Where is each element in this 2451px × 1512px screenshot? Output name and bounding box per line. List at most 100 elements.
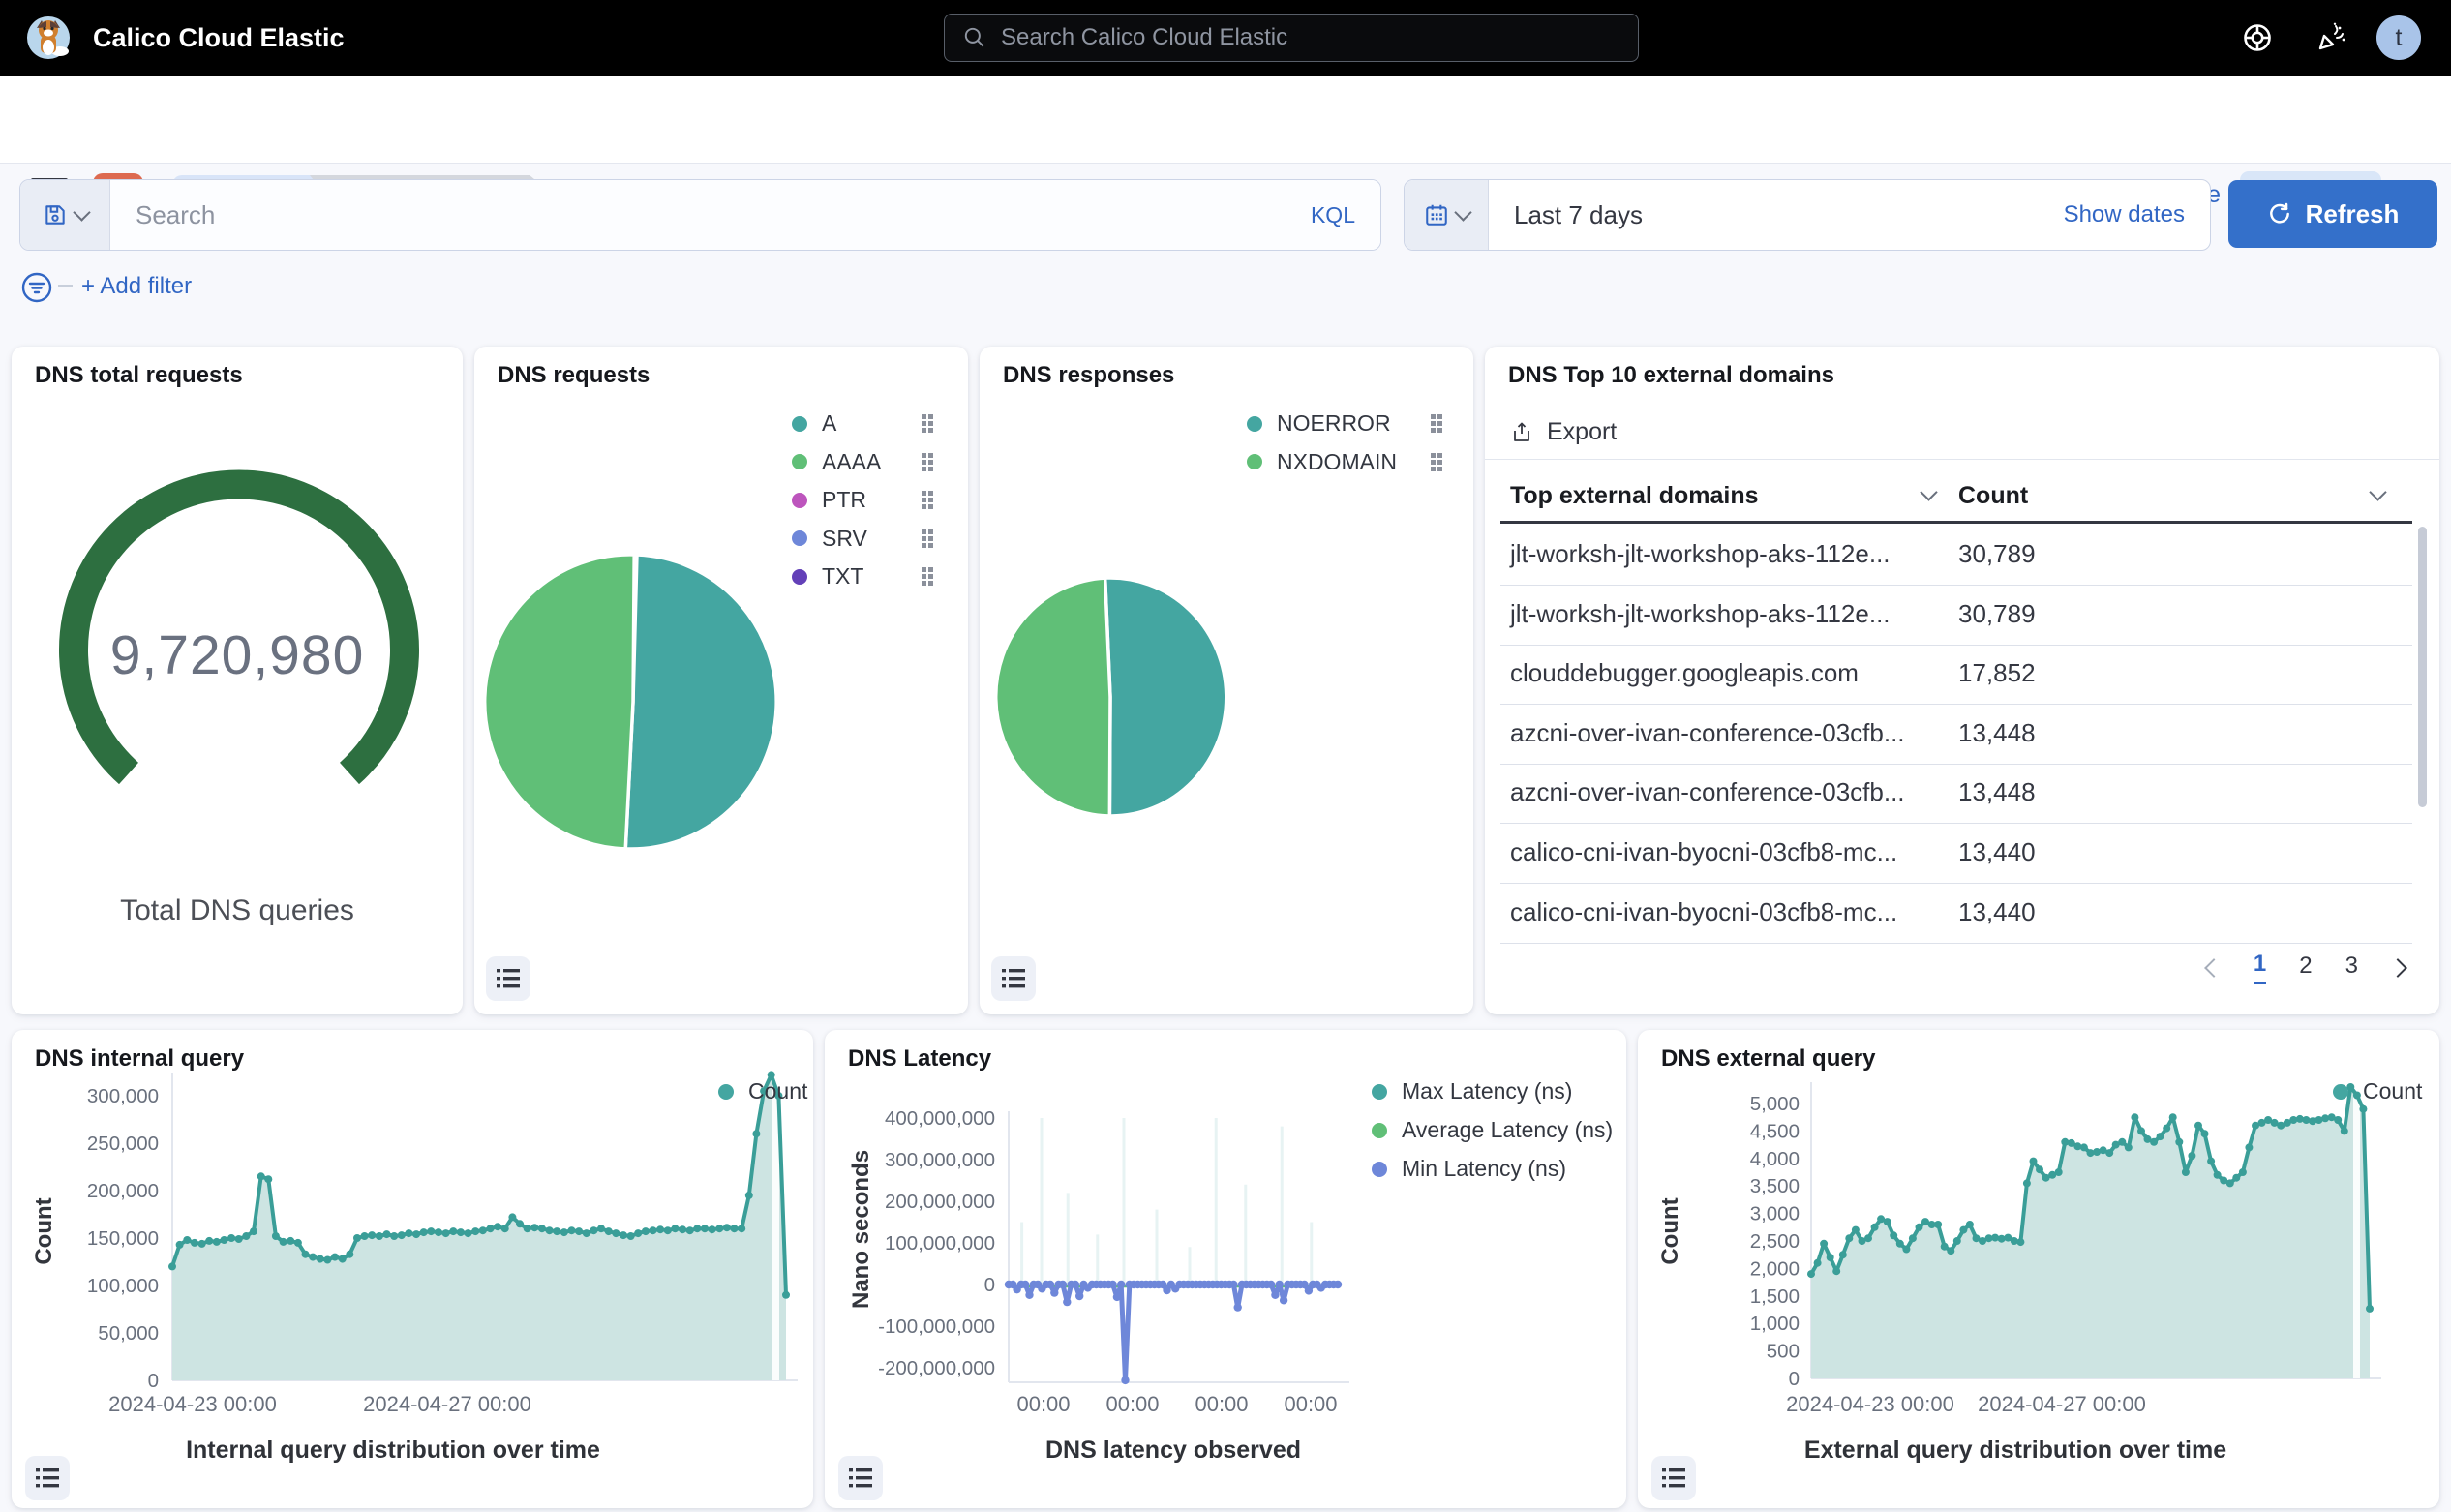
panel-title[interactable]: DNS Top 10 external domains bbox=[1508, 362, 1834, 389]
pie-chart-requests[interactable] bbox=[474, 347, 968, 1014]
panel-dns-total-requests: DNS total requests 9,720,980 Total DNS q… bbox=[12, 347, 463, 1014]
time-range-value[interactable]: Last 7 days bbox=[1489, 200, 2064, 230]
cell-count[interactable]: 17,852 bbox=[1958, 658, 2036, 688]
calico-logo-icon[interactable] bbox=[25, 15, 72, 61]
cell-domain[interactable]: clouddebugger.googleapis.com bbox=[1510, 658, 1859, 688]
table-row[interactable]: jlt-worksh-jlt-workshop-aks-112e... 30,78… bbox=[1500, 525, 2412, 586]
legend-actions-icon[interactable] bbox=[922, 567, 935, 585]
table-row[interactable]: jlt-worksh-jlt-workshop-aks-112e... 30,78… bbox=[1500, 585, 2412, 646]
legend-toggle-button[interactable] bbox=[1651, 1456, 1696, 1500]
legend-item-ptr[interactable]: PTR bbox=[792, 487, 866, 513]
legend-item-a[interactable]: A bbox=[792, 410, 836, 437]
legend-dot bbox=[1372, 1084, 1387, 1100]
cell-count[interactable]: 30,789 bbox=[1958, 599, 2036, 629]
pagination-next-icon[interactable] bbox=[2388, 958, 2407, 978]
legend-toggle-button[interactable] bbox=[838, 1456, 883, 1500]
table-row[interactable]: calico-cni-ivan-byocni-03cfb8-mc... 13,44… bbox=[1500, 823, 2412, 884]
legend-actions-icon[interactable] bbox=[922, 491, 935, 508]
legend-item-txt[interactable]: TXT bbox=[792, 563, 863, 590]
pagination-page-1[interactable]: 1 bbox=[2254, 951, 2266, 984]
y-tick-label: 200,000,000 bbox=[885, 1191, 995, 1213]
data-point bbox=[368, 1231, 376, 1239]
cell-domain[interactable]: calico-cni-ivan-byocni-03cfb8-mc... bbox=[1510, 837, 1897, 867]
add-filter-button[interactable]: + Add filter bbox=[81, 273, 192, 300]
cell-domain[interactable]: azcni-over-ivan-conference-03cfb... bbox=[1510, 718, 1905, 748]
saved-query-menu-button[interactable] bbox=[20, 180, 110, 250]
legend-item-srv[interactable]: SRV bbox=[792, 526, 867, 552]
data-point bbox=[1072, 1281, 1079, 1288]
navbar: c Dashboard DNS Dashboard Full screen Sh… bbox=[0, 76, 2451, 163]
cell-domain[interactable]: jlt-worksh-jlt-workshop-aks-112e... bbox=[1510, 539, 1891, 569]
legend-toggle-button[interactable] bbox=[25, 1456, 70, 1500]
refresh-button[interactable]: Refresh bbox=[2228, 180, 2437, 248]
data-point bbox=[331, 1254, 339, 1261]
legend-dot bbox=[792, 569, 807, 585]
table-row[interactable]: azcni-over-ivan-conference-03cfb... 13,44… bbox=[1500, 704, 2412, 765]
cell-count[interactable]: 13,440 bbox=[1958, 897, 2036, 927]
legend-actions-icon[interactable] bbox=[1431, 453, 1444, 470]
cell-domain[interactable]: azcni-over-ivan-conference-03cfb... bbox=[1510, 777, 1905, 807]
legend-actions-icon[interactable] bbox=[922, 529, 935, 547]
filter-icon[interactable] bbox=[19, 270, 54, 305]
table-row[interactable]: azcni-over-ivan-conference-03cfb... 13,44… bbox=[1500, 763, 2412, 824]
global-search-input[interactable] bbox=[987, 23, 1638, 52]
panel-dns-requests: DNS requests AAAAAPTRSRVTXT bbox=[474, 347, 968, 1014]
pie-slice-aaaa[interactable] bbox=[481, 551, 637, 849]
table-scrollbar[interactable] bbox=[2418, 527, 2427, 807]
data-point bbox=[1902, 1246, 1910, 1254]
news-icon[interactable] bbox=[2315, 21, 2347, 54]
pie-slice-a[interactable] bbox=[625, 555, 780, 853]
legend-item-average-latency-ns-[interactable]: Average Latency (ns) bbox=[1372, 1117, 1613, 1143]
data-point bbox=[679, 1225, 686, 1233]
cell-count[interactable]: 13,440 bbox=[1958, 837, 2036, 867]
legend-item-count[interactable]: Count bbox=[2333, 1078, 2422, 1104]
legend-actions-icon[interactable] bbox=[922, 453, 935, 470]
global-search[interactable] bbox=[944, 14, 1639, 62]
table-row[interactable]: calico-cni-ivan-byocni-03cfb8-mc... 13,44… bbox=[1500, 883, 2412, 944]
legend-label: Max Latency (ns) bbox=[1402, 1078, 1572, 1104]
legend-toggle-button[interactable] bbox=[486, 956, 530, 1001]
column-header-domains[interactable]: Top external domains bbox=[1510, 482, 1759, 510]
legend-item-nxdomain[interactable]: NXDOMAIN bbox=[1247, 449, 1397, 475]
show-dates-button[interactable]: Show dates bbox=[2064, 201, 2210, 228]
pagination-prev-icon[interactable] bbox=[2204, 958, 2224, 978]
data-point bbox=[1941, 1243, 1949, 1251]
pie-slice-nxdomain[interactable] bbox=[990, 578, 1115, 821]
kql-toggle[interactable]: KQL bbox=[1286, 202, 1380, 228]
legend-item-aaaa[interactable]: AAAA bbox=[792, 449, 881, 475]
pie-chart-responses[interactable] bbox=[980, 347, 1473, 1014]
export-button[interactable]: Export bbox=[1510, 418, 1617, 446]
pie-slice-noerror[interactable] bbox=[1100, 573, 1231, 816]
legend-toggle-button[interactable] bbox=[991, 956, 1036, 1001]
user-avatar[interactable]: t bbox=[2376, 15, 2421, 60]
time-picker-group: Last 7 days Show dates bbox=[1404, 179, 2211, 251]
time-picker-menu-button[interactable] bbox=[1405, 180, 1489, 250]
chevron-down-icon[interactable] bbox=[1920, 483, 1937, 500]
column-header-count[interactable]: Count bbox=[1958, 482, 2028, 510]
legend-item-count[interactable]: Count bbox=[718, 1078, 807, 1104]
legend-dot bbox=[792, 454, 807, 469]
table-row[interactable]: clouddebugger.googleapis.com 17,852 bbox=[1500, 644, 2412, 705]
legend-dot bbox=[1247, 454, 1262, 469]
data-point bbox=[1234, 1303, 1242, 1311]
data-point bbox=[656, 1225, 664, 1233]
cell-domain[interactable]: jlt-worksh-jlt-workshop-aks-112e... bbox=[1510, 599, 1891, 629]
pagination-page-3[interactable]: 3 bbox=[2345, 953, 2358, 983]
legend-actions-icon[interactable] bbox=[922, 414, 935, 432]
data-point bbox=[524, 1225, 531, 1232]
chevron-down-icon[interactable] bbox=[2369, 483, 2386, 500]
y-tick-label: 200,000 bbox=[87, 1180, 159, 1202]
cell-domain[interactable]: calico-cni-ivan-byocni-03cfb8-mc... bbox=[1510, 897, 1897, 927]
legend-item-max-latency-ns-[interactable]: Max Latency (ns) bbox=[1372, 1078, 1572, 1104]
cell-count[interactable]: 13,448 bbox=[1958, 777, 2036, 807]
legend-item-min-latency-ns-[interactable]: Min Latency (ns) bbox=[1372, 1156, 1566, 1182]
legend-actions-icon[interactable] bbox=[1431, 414, 1444, 432]
data-point bbox=[323, 1256, 331, 1264]
data-point bbox=[1884, 1218, 1891, 1225]
cell-count[interactable]: 30,789 bbox=[1958, 539, 2036, 569]
legend-item-noerror[interactable]: NOERROR bbox=[1247, 410, 1391, 437]
cell-count[interactable]: 13,448 bbox=[1958, 718, 2036, 748]
kql-search-input[interactable] bbox=[110, 199, 1286, 231]
pagination-page-2[interactable]: 2 bbox=[2299, 953, 2312, 983]
help-icon[interactable] bbox=[2241, 21, 2274, 54]
